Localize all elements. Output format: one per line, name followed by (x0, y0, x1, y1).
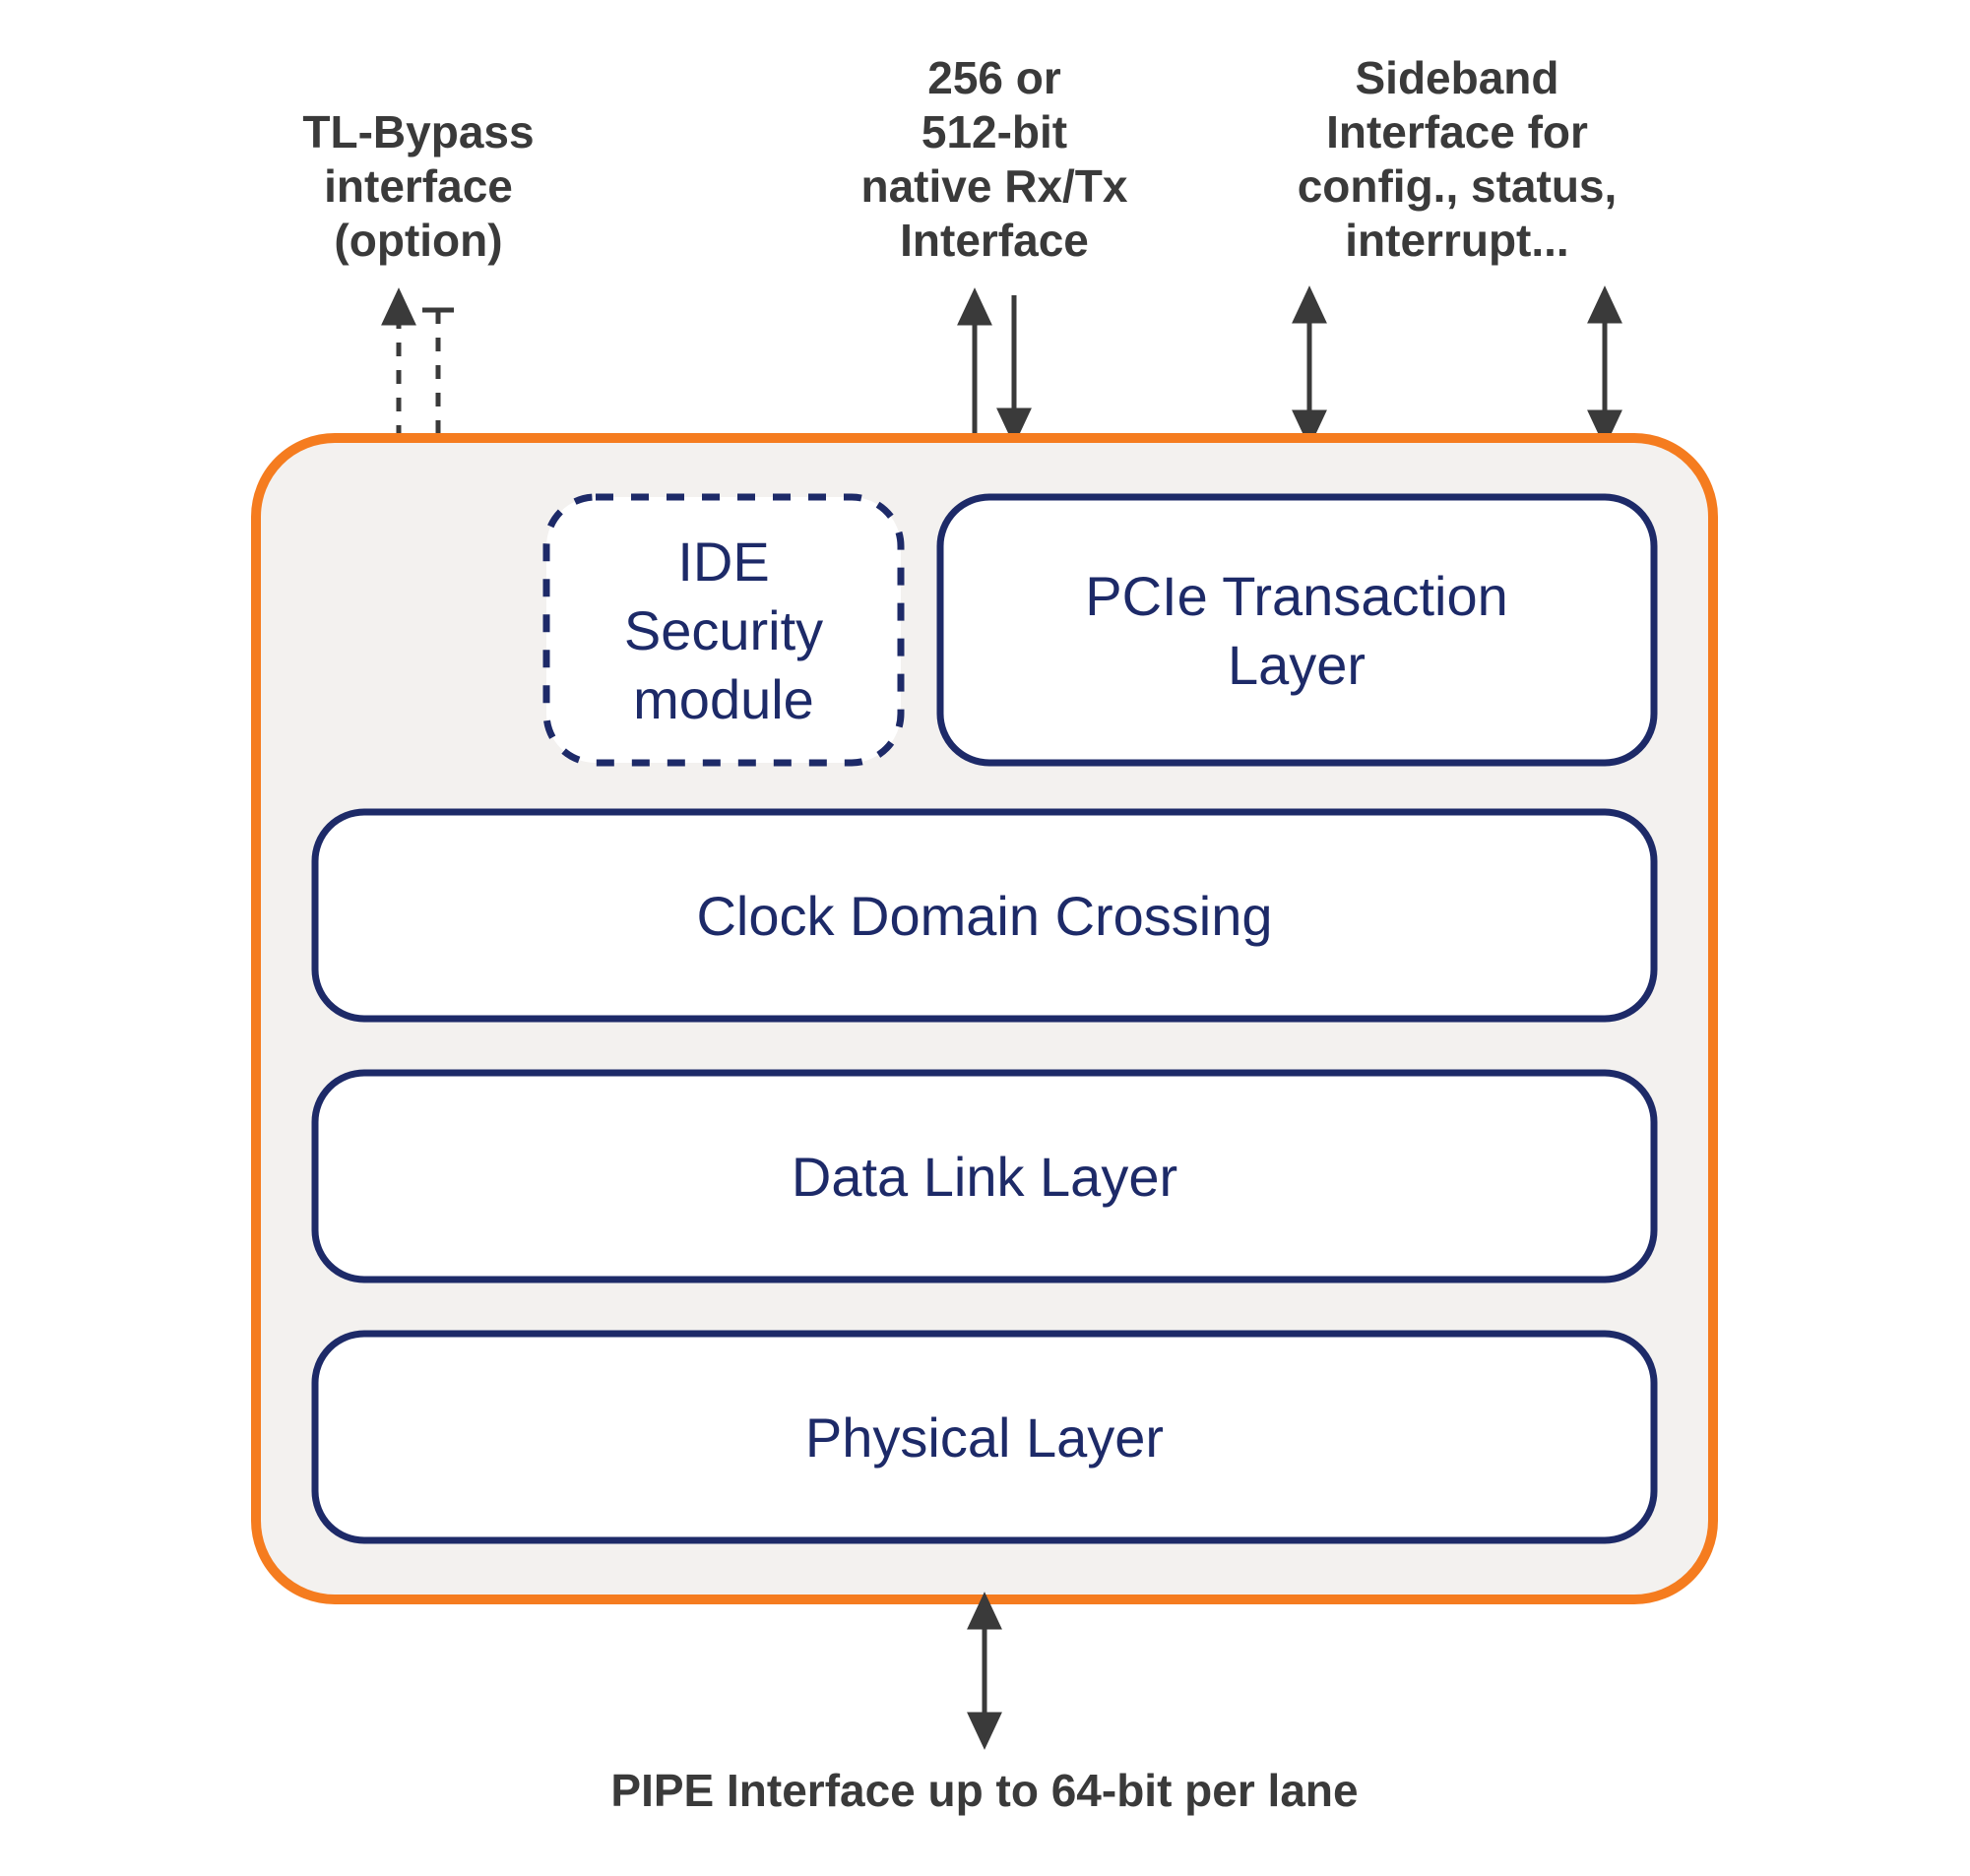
phy-label: Physical Layer (805, 1407, 1164, 1469)
sideband-l2: Interface for (1326, 106, 1588, 157)
svg-text:512-bit: 512-bit (921, 106, 1067, 157)
txn-l2: Layer (1228, 634, 1366, 696)
ide-l3: module (633, 668, 814, 730)
svg-text:Sideband: Sideband (1355, 52, 1558, 103)
tl-bypass-l2: interface (324, 160, 513, 212)
native-l1: 256 or (927, 52, 1061, 103)
svg-text:Clock Domain Crossing: Clock Domain Crossing (696, 885, 1272, 947)
ide-l2: Security (624, 599, 823, 661)
native-l4: Interface (900, 215, 1089, 266)
svg-text:TL-Bypass: TL-Bypass (302, 106, 534, 157)
svg-text:Data Link Layer: Data Link Layer (792, 1146, 1177, 1208)
sideband-interface-label: Sideband Interface for config., status, … (1298, 52, 1618, 266)
native-interface-label: 256 or 512-bit native Rx/Tx Interface (861, 52, 1128, 266)
dll-label: Data Link Layer (792, 1146, 1177, 1208)
txn-l1: PCIe Transaction (1085, 565, 1508, 627)
pcie-transaction-layer-block: PCIe Transaction Layer (940, 497, 1654, 763)
bottom-text: PIPE Interface up to 64-bit per lane (610, 1765, 1358, 1816)
svg-text:config., status,: config., status, (1298, 160, 1618, 212)
svg-text:Interface for: Interface for (1326, 106, 1588, 157)
ide-security-module-block: IDE Security module (546, 497, 901, 763)
svg-text:native Rx/Tx: native Rx/Tx (861, 160, 1128, 212)
svg-text:interface: interface (324, 160, 513, 212)
pcie-ip-block-diagram: TL-Bypass interface (option) 256 or 512-… (0, 0, 1970, 1876)
svg-text:(option): (option) (334, 215, 502, 266)
native-interface-arrows (961, 293, 1028, 440)
svg-text:Interface: Interface (900, 215, 1089, 266)
svg-text:256 or: 256 or (927, 52, 1061, 103)
svg-text:Layer: Layer (1228, 634, 1366, 696)
sideband-l4: interrupt... (1345, 215, 1568, 266)
native-l2: 512-bit (921, 106, 1067, 157)
pipe-interface-arrow (971, 1597, 998, 1744)
svg-text:Physical Layer: Physical Layer (805, 1407, 1164, 1469)
native-l3: native Rx/Tx (861, 160, 1128, 212)
tl-bypass-l3: (option) (334, 215, 502, 266)
data-link-layer-block: Data Link Layer (315, 1073, 1654, 1280)
sideband-interface-arrows (1296, 291, 1619, 442)
ide-l1: IDE (677, 531, 769, 593)
sideband-l3: config., status, (1298, 160, 1618, 212)
tl-bypass-l1: TL-Bypass (302, 106, 534, 157)
sideband-l1: Sideband (1355, 52, 1558, 103)
tl-bypass-label: TL-Bypass interface (option) (302, 106, 534, 266)
svg-text:PCIe Transaction: PCIe Transaction (1085, 565, 1508, 627)
svg-text:IDE: IDE (677, 531, 769, 593)
svg-text:module: module (633, 668, 814, 730)
pipe-interface-label: PIPE Interface up to 64-bit per lane (610, 1765, 1358, 1816)
svg-text:Security: Security (624, 599, 823, 661)
clock-domain-crossing-block: Clock Domain Crossing (315, 812, 1654, 1019)
physical-layer-block: Physical Layer (315, 1334, 1654, 1540)
cdc-label: Clock Domain Crossing (696, 885, 1272, 947)
svg-text:interrupt...: interrupt... (1345, 215, 1568, 266)
